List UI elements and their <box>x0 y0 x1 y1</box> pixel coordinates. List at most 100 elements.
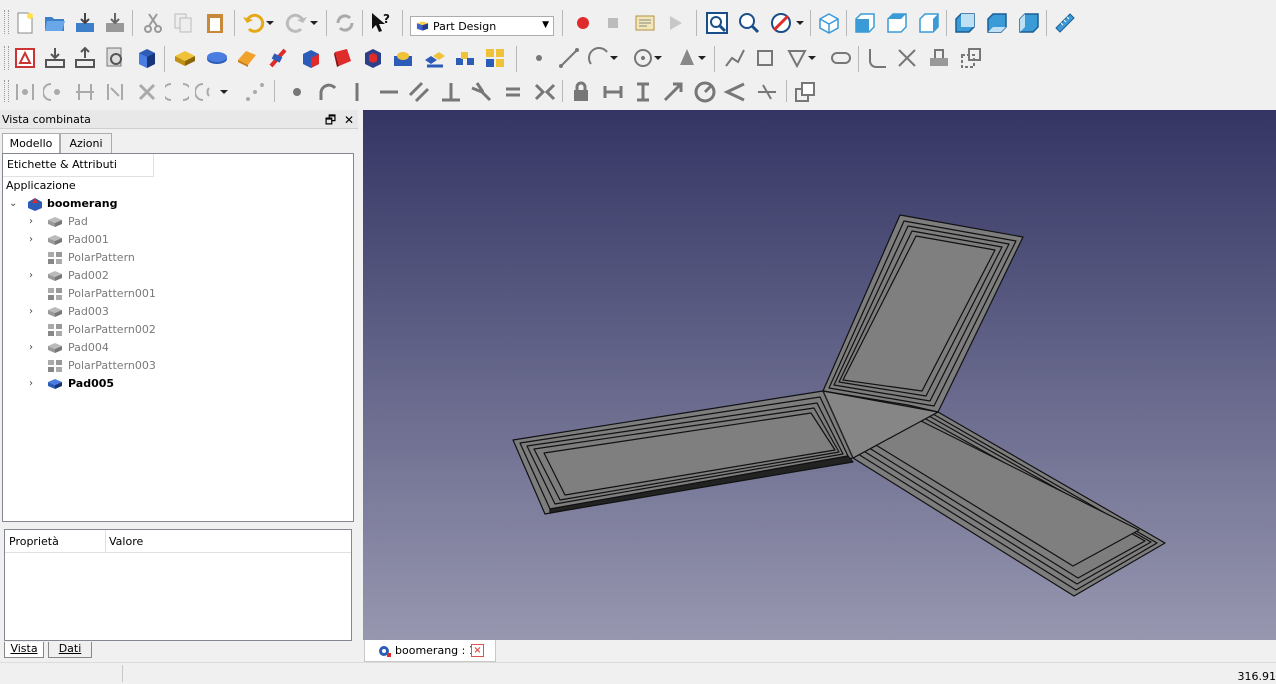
hole-icon[interactable] <box>360 45 386 71</box>
tree-item-pad003[interactable]: › Pad003 <box>3 303 343 321</box>
open-icon[interactable] <box>42 10 68 36</box>
undo-icon[interactable] <box>240 10 266 36</box>
fit-all-icon[interactable] <box>704 10 730 36</box>
new-document-icon[interactable] <box>12 10 38 36</box>
clone-icon[interactable] <box>134 45 160 71</box>
constraint-coincident-icon[interactable] <box>42 79 68 105</box>
chevron-right-icon[interactable]: › <box>29 231 33 249</box>
import-icon[interactable] <box>42 45 68 71</box>
constraint-perpendicular-icon[interactable] <box>438 79 464 105</box>
3d-viewport[interactable] <box>363 110 1276 640</box>
tab-data[interactable]: Dati <box>48 642 92 658</box>
paste-icon[interactable] <box>202 10 228 36</box>
constraint-point-icon[interactable] <box>284 79 310 105</box>
constraint-lock-icon[interactable] <box>568 79 594 105</box>
redo-icon[interactable] <box>284 10 310 36</box>
additive-loft-icon[interactable] <box>234 45 260 71</box>
save-as-icon[interactable] <box>102 10 128 36</box>
constraint-lock-point-icon[interactable] <box>12 79 38 105</box>
constraint-distance-diagonal-icon[interactable] <box>660 79 686 105</box>
value-column-header[interactable]: Valore <box>109 535 143 548</box>
additive-helix-icon[interactable] <box>298 45 324 71</box>
constraint-block-icon[interactable] <box>164 79 190 105</box>
pocket-icon[interactable] <box>330 45 356 71</box>
constraint-angle-icon[interactable] <box>722 79 748 105</box>
refresh-icon[interactable] <box>332 10 358 36</box>
tree-root-boomerang[interactable]: ⌄ boomerang <box>3 195 343 213</box>
front-view-icon[interactable] <box>852 10 878 36</box>
float-panel-icon[interactable]: 🗗 <box>325 113 336 127</box>
conic-dropdown-icon[interactable] <box>696 45 708 71</box>
tree-item-pad001[interactable]: › Pad001 <box>3 231 343 249</box>
measure-icon[interactable] <box>1052 10 1078 36</box>
close-icon[interactable]: × <box>471 644 484 657</box>
mirrored-icon[interactable] <box>422 45 448 71</box>
constraint-remove-icon[interactable] <box>134 79 160 105</box>
revolution-icon[interactable] <box>204 45 230 71</box>
tree-column-header[interactable]: Etichette & Attributi <box>3 154 154 177</box>
undo-dropdown-icon[interactable] <box>264 10 276 36</box>
polygon-dropdown-icon[interactable] <box>806 45 818 71</box>
sketch-line-icon[interactable] <box>556 45 582 71</box>
run-macro-icon[interactable] <box>662 10 688 36</box>
constraint-snell-icon[interactable] <box>754 79 780 105</box>
record-macro-icon[interactable] <box>570 10 596 36</box>
additive-pipe-icon[interactable] <box>266 45 292 71</box>
constraint-radius-icon[interactable] <box>692 79 718 105</box>
save-icon[interactable] <box>72 10 98 36</box>
toolbar-grip[interactable] <box>4 46 9 70</box>
chevron-right-icon[interactable]: › <box>29 375 33 393</box>
constraint-horizontal-distance-icon[interactable] <box>600 79 626 105</box>
tree-item-pad002[interactable]: › Pad002 <box>3 267 343 285</box>
top-view-icon[interactable] <box>884 10 910 36</box>
tree-item-pad004[interactable]: › Pad004 <box>3 339 343 357</box>
toggle-driving-icon[interactable] <box>792 79 818 105</box>
tab-model[interactable]: Modello <box>2 133 60 154</box>
tab-tasks[interactable]: Azioni <box>60 133 112 153</box>
constraint-parallel-icon[interactable] <box>406 79 432 105</box>
constraint-vertical-icon[interactable] <box>344 79 370 105</box>
bottom-view-icon[interactable] <box>984 10 1010 36</box>
shape-binder-icon[interactable] <box>102 45 128 71</box>
draw-style-icon[interactable] <box>768 10 794 36</box>
tree-item-polarpattern[interactable]: PolarPattern <box>3 249 343 267</box>
export-icon[interactable] <box>72 45 98 71</box>
constraint-tangent-edge-icon[interactable] <box>468 79 494 105</box>
close-icon[interactable]: ✕ <box>344 113 354 127</box>
right-view-icon[interactable] <box>916 10 942 36</box>
sketch-fillet-icon[interactable] <box>864 45 890 71</box>
sketch-external-icon[interactable] <box>926 45 952 71</box>
toolbar-grip[interactable] <box>4 10 9 34</box>
linear-pattern-icon[interactable] <box>452 45 478 71</box>
redo-dropdown-icon[interactable] <box>308 10 320 36</box>
fit-selection-icon[interactable] <box>736 10 762 36</box>
constraint-vertical-distance-icon[interactable] <box>630 79 656 105</box>
sketch-rectangle-icon[interactable] <box>752 45 778 71</box>
tangent-dropdown-icon[interactable] <box>218 79 230 105</box>
edit-macro-icon[interactable] <box>632 10 658 36</box>
sketch-trim-icon[interactable] <box>894 45 920 71</box>
whats-this-icon[interactable]: ? <box>368 10 394 36</box>
groove-icon[interactable] <box>390 45 416 71</box>
property-column-header[interactable]: Proprietà <box>9 535 59 548</box>
constraint-symmetric-icon[interactable] <box>72 79 98 105</box>
constraint-points-icon[interactable] <box>242 79 268 105</box>
circle-dropdown-icon[interactable] <box>652 45 664 71</box>
toolbar-grip[interactable] <box>4 80 9 102</box>
tab-view[interactable]: Vista <box>4 642 44 658</box>
sketch-slot-icon[interactable] <box>828 45 854 71</box>
constraint-arc-icon[interactable] <box>314 79 340 105</box>
arc-dropdown-icon[interactable] <box>608 45 620 71</box>
tree-item-polarpattern003[interactable]: PolarPattern003 <box>3 357 343 375</box>
chevron-right-icon[interactable]: › <box>29 213 33 231</box>
left-view-icon[interactable] <box>1016 10 1042 36</box>
sketch-point-icon[interactable] <box>526 45 552 71</box>
constraint-distance-icon[interactable] <box>102 79 128 105</box>
isometric-view-icon[interactable] <box>816 10 842 36</box>
workbench-selector[interactable]: Part Design ▼ <box>410 16 554 36</box>
constraint-horizontal-icon[interactable] <box>376 79 402 105</box>
copy-icon[interactable] <box>170 10 196 36</box>
chevron-right-icon[interactable]: › <box>29 303 33 321</box>
constraint-symmetric-lines-icon[interactable] <box>532 79 558 105</box>
draw-style-dropdown-icon[interactable] <box>794 10 806 36</box>
